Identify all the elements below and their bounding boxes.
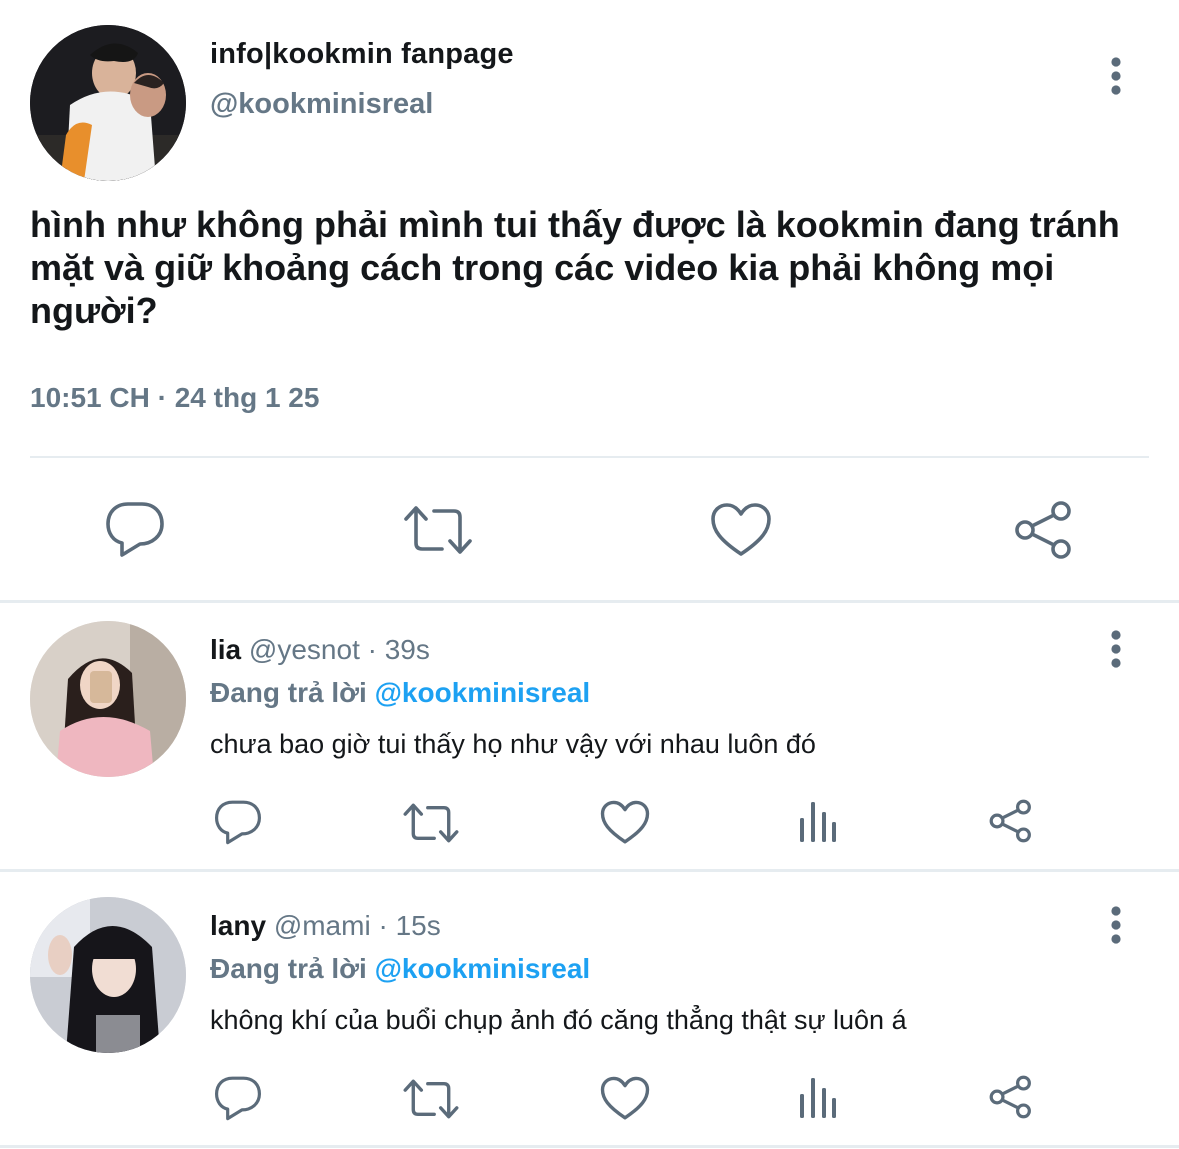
replying-to: Đang trả lời @kookminisreal — [210, 953, 590, 985]
like-icon[interactable] — [710, 502, 772, 558]
avatar[interactable] — [30, 897, 186, 1053]
avatar[interactable] — [30, 25, 186, 181]
reply-time[interactable]: 39s — [385, 634, 430, 665]
dot-separator: · — [367, 634, 377, 665]
tweet-timestamp[interactable]: 10:51 CH · 24 thg 1 25 — [30, 382, 319, 414]
retweet-icon[interactable] — [402, 801, 460, 845]
reply-time[interactable]: 15s — [396, 910, 441, 941]
reply-name[interactable]: lany — [210, 910, 266, 941]
reply-text: không khí của buổi chụp ảnh đó căng thẳn… — [210, 1005, 907, 1035]
mention-link[interactable]: @kookminisreal — [375, 677, 591, 708]
analytics-icon[interactable] — [798, 800, 838, 842]
replying-prefix: Đang trả lời — [210, 953, 367, 984]
reply-author[interactable]: lia @yesnot · 39s — [210, 634, 430, 666]
retweet-icon[interactable] — [402, 1077, 460, 1121]
section-divider — [0, 1145, 1179, 1148]
like-icon[interactable] — [600, 800, 650, 845]
more-icon[interactable] — [1100, 629, 1132, 669]
share-icon[interactable] — [988, 799, 1034, 843]
analytics-icon[interactable] — [798, 1076, 838, 1118]
share-icon[interactable] — [1013, 500, 1075, 560]
more-icon[interactable] — [1100, 56, 1132, 96]
like-icon[interactable] — [600, 1076, 650, 1121]
display-name[interactable]: info|kookmin fanpage — [210, 38, 514, 71]
avatar[interactable] — [30, 621, 186, 777]
reply-handle[interactable]: @mami — [274, 910, 371, 941]
divider — [30, 456, 1149, 458]
reply-handle[interactable]: @yesnot — [249, 634, 360, 665]
tweet-text: hình như không phải mình tui thấy được l… — [30, 204, 1120, 331]
mention-link[interactable]: @kookminisreal — [375, 953, 591, 984]
reply-icon[interactable] — [213, 1075, 263, 1121]
replying-to: Đang trả lời @kookminisreal — [210, 677, 590, 709]
retweet-icon[interactable] — [402, 503, 474, 557]
reply-author[interactable]: lany @mami · 15s — [210, 910, 441, 942]
main-tweet: info|kookmin fanpage @kookminisreal hình… — [0, 0, 1179, 600]
reply-text: chưa bao giờ tui thấy họ như vậy với nha… — [210, 729, 816, 759]
section-divider — [0, 869, 1179, 872]
reply-icon[interactable] — [213, 799, 263, 845]
handle[interactable]: @kookminisreal — [210, 88, 433, 121]
share-icon[interactable] — [988, 1075, 1034, 1119]
reply-icon[interactable] — [104, 500, 166, 558]
replying-prefix: Đang trả lời — [210, 677, 367, 708]
dot-separator: · — [378, 910, 388, 941]
reply-name[interactable]: lia — [210, 634, 241, 665]
section-divider — [0, 600, 1179, 603]
more-icon[interactable] — [1100, 905, 1132, 945]
